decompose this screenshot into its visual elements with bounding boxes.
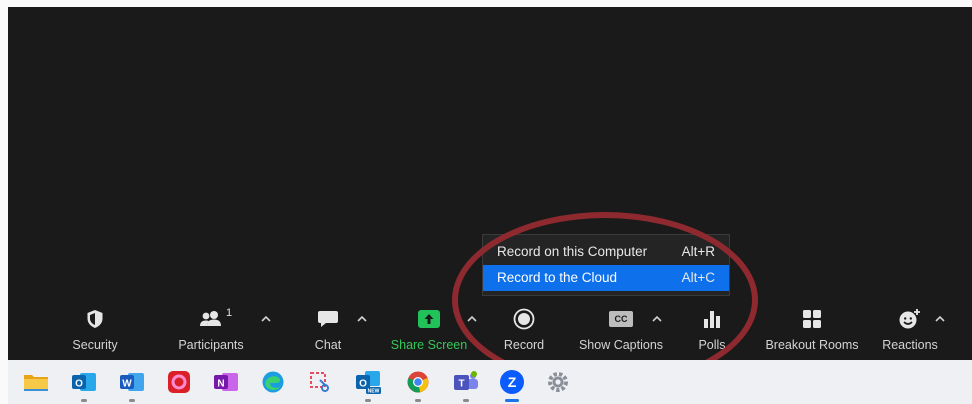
menu-item-shortcut: Alt+C (681, 270, 715, 285)
menu-item-label: Record to the Cloud (497, 270, 618, 285)
menu-item-label: Record on this Computer (497, 244, 648, 259)
zoom-icon[interactable]: Z (498, 368, 526, 402)
onenote-icon-letter: N (217, 379, 224, 390)
chrome-icon[interactable] (404, 368, 432, 402)
polls-icon (690, 306, 734, 332)
shield-icon (58, 306, 132, 332)
meeting-toolbar: Security 1 Participants Chat Share Scree… (8, 300, 972, 360)
teams-icon[interactable]: T (452, 368, 480, 402)
file-explorer-icon[interactable] (22, 368, 50, 396)
creative-cloud-icon[interactable] (165, 368, 193, 396)
menu-item-record-on-this-computer[interactable]: Record on this Computer Alt+R (483, 239, 729, 265)
word-icon-letter: W (122, 379, 132, 390)
chat-label: Chat (314, 338, 342, 352)
chat-bubble-icon (305, 306, 351, 332)
running-indicator (365, 399, 371, 402)
breakout-rooms-button[interactable]: Breakout Rooms (760, 300, 864, 360)
participants-icon: 1 (166, 306, 256, 332)
running-indicator (415, 399, 421, 402)
show-captions-label: Show Captions (578, 338, 664, 352)
breakout-rooms-label: Breakout Rooms (765, 338, 859, 352)
word-icon[interactable]: W (118, 368, 146, 402)
show-captions-button[interactable]: CC Show Captions (573, 300, 669, 360)
record-label: Record (503, 338, 545, 352)
new-outlook-icon[interactable]: O NEW (354, 368, 382, 402)
new-outlook-icon-letter: O (359, 379, 367, 390)
edge-icon[interactable] (259, 368, 287, 396)
outlook-icon-letter: O (75, 379, 83, 390)
reactions-button[interactable]: Reactions (876, 300, 944, 360)
security-label: Security (72, 338, 118, 352)
share-screen-icon (386, 306, 472, 332)
share-screen-button[interactable]: Share Screen (386, 300, 472, 360)
breakout-rooms-icon (760, 306, 864, 332)
captions-options-chevron-up-icon[interactable] (650, 312, 664, 326)
participants-options-chevron-up-icon[interactable] (259, 312, 273, 326)
share-screen-label: Share Screen (390, 338, 468, 352)
reactions-options-chevron-up-icon[interactable] (933, 312, 947, 326)
cc-icon-text: CC (614, 314, 628, 324)
polls-button[interactable]: Polls (690, 300, 734, 360)
record-icon (498, 306, 550, 332)
zoom-icon-letter: Z (508, 374, 517, 390)
screenshot-frame: Security 1 Participants Chat Share Scree… (0, 0, 972, 404)
participants-button[interactable]: 1 Participants (166, 300, 256, 360)
menu-item-shortcut: Alt+R (681, 244, 715, 259)
windows-taskbar: O W N O NEW T Z (8, 360, 972, 404)
new-outlook-badge: NEW (368, 389, 380, 395)
teams-icon-letter: T (458, 379, 464, 390)
record-button[interactable]: Record (498, 300, 550, 360)
share-screen-options-chevron-up-icon[interactable] (465, 312, 479, 326)
running-indicator (129, 399, 135, 402)
security-button[interactable]: Security (58, 300, 132, 360)
outlook-icon[interactable]: O (70, 368, 98, 402)
record-options-menu: Record on this Computer Alt+R Record to … (482, 234, 730, 296)
active-indicator (505, 399, 519, 402)
participants-count: 1 (226, 307, 233, 319)
running-indicator (463, 399, 469, 402)
running-indicator (81, 399, 87, 402)
reactions-label: Reactions (882, 338, 938, 352)
chat-button[interactable]: Chat (305, 300, 351, 360)
settings-icon[interactable] (544, 368, 572, 396)
snipping-tool-icon[interactable] (306, 368, 334, 396)
menu-item-record-to-the-cloud[interactable]: Record to the Cloud Alt+C (483, 265, 729, 291)
onenote-icon[interactable]: N (212, 368, 240, 396)
participants-label: Participants (178, 338, 244, 352)
polls-label: Polls (698, 338, 726, 352)
chat-options-chevron-up-icon[interactable] (355, 312, 369, 326)
